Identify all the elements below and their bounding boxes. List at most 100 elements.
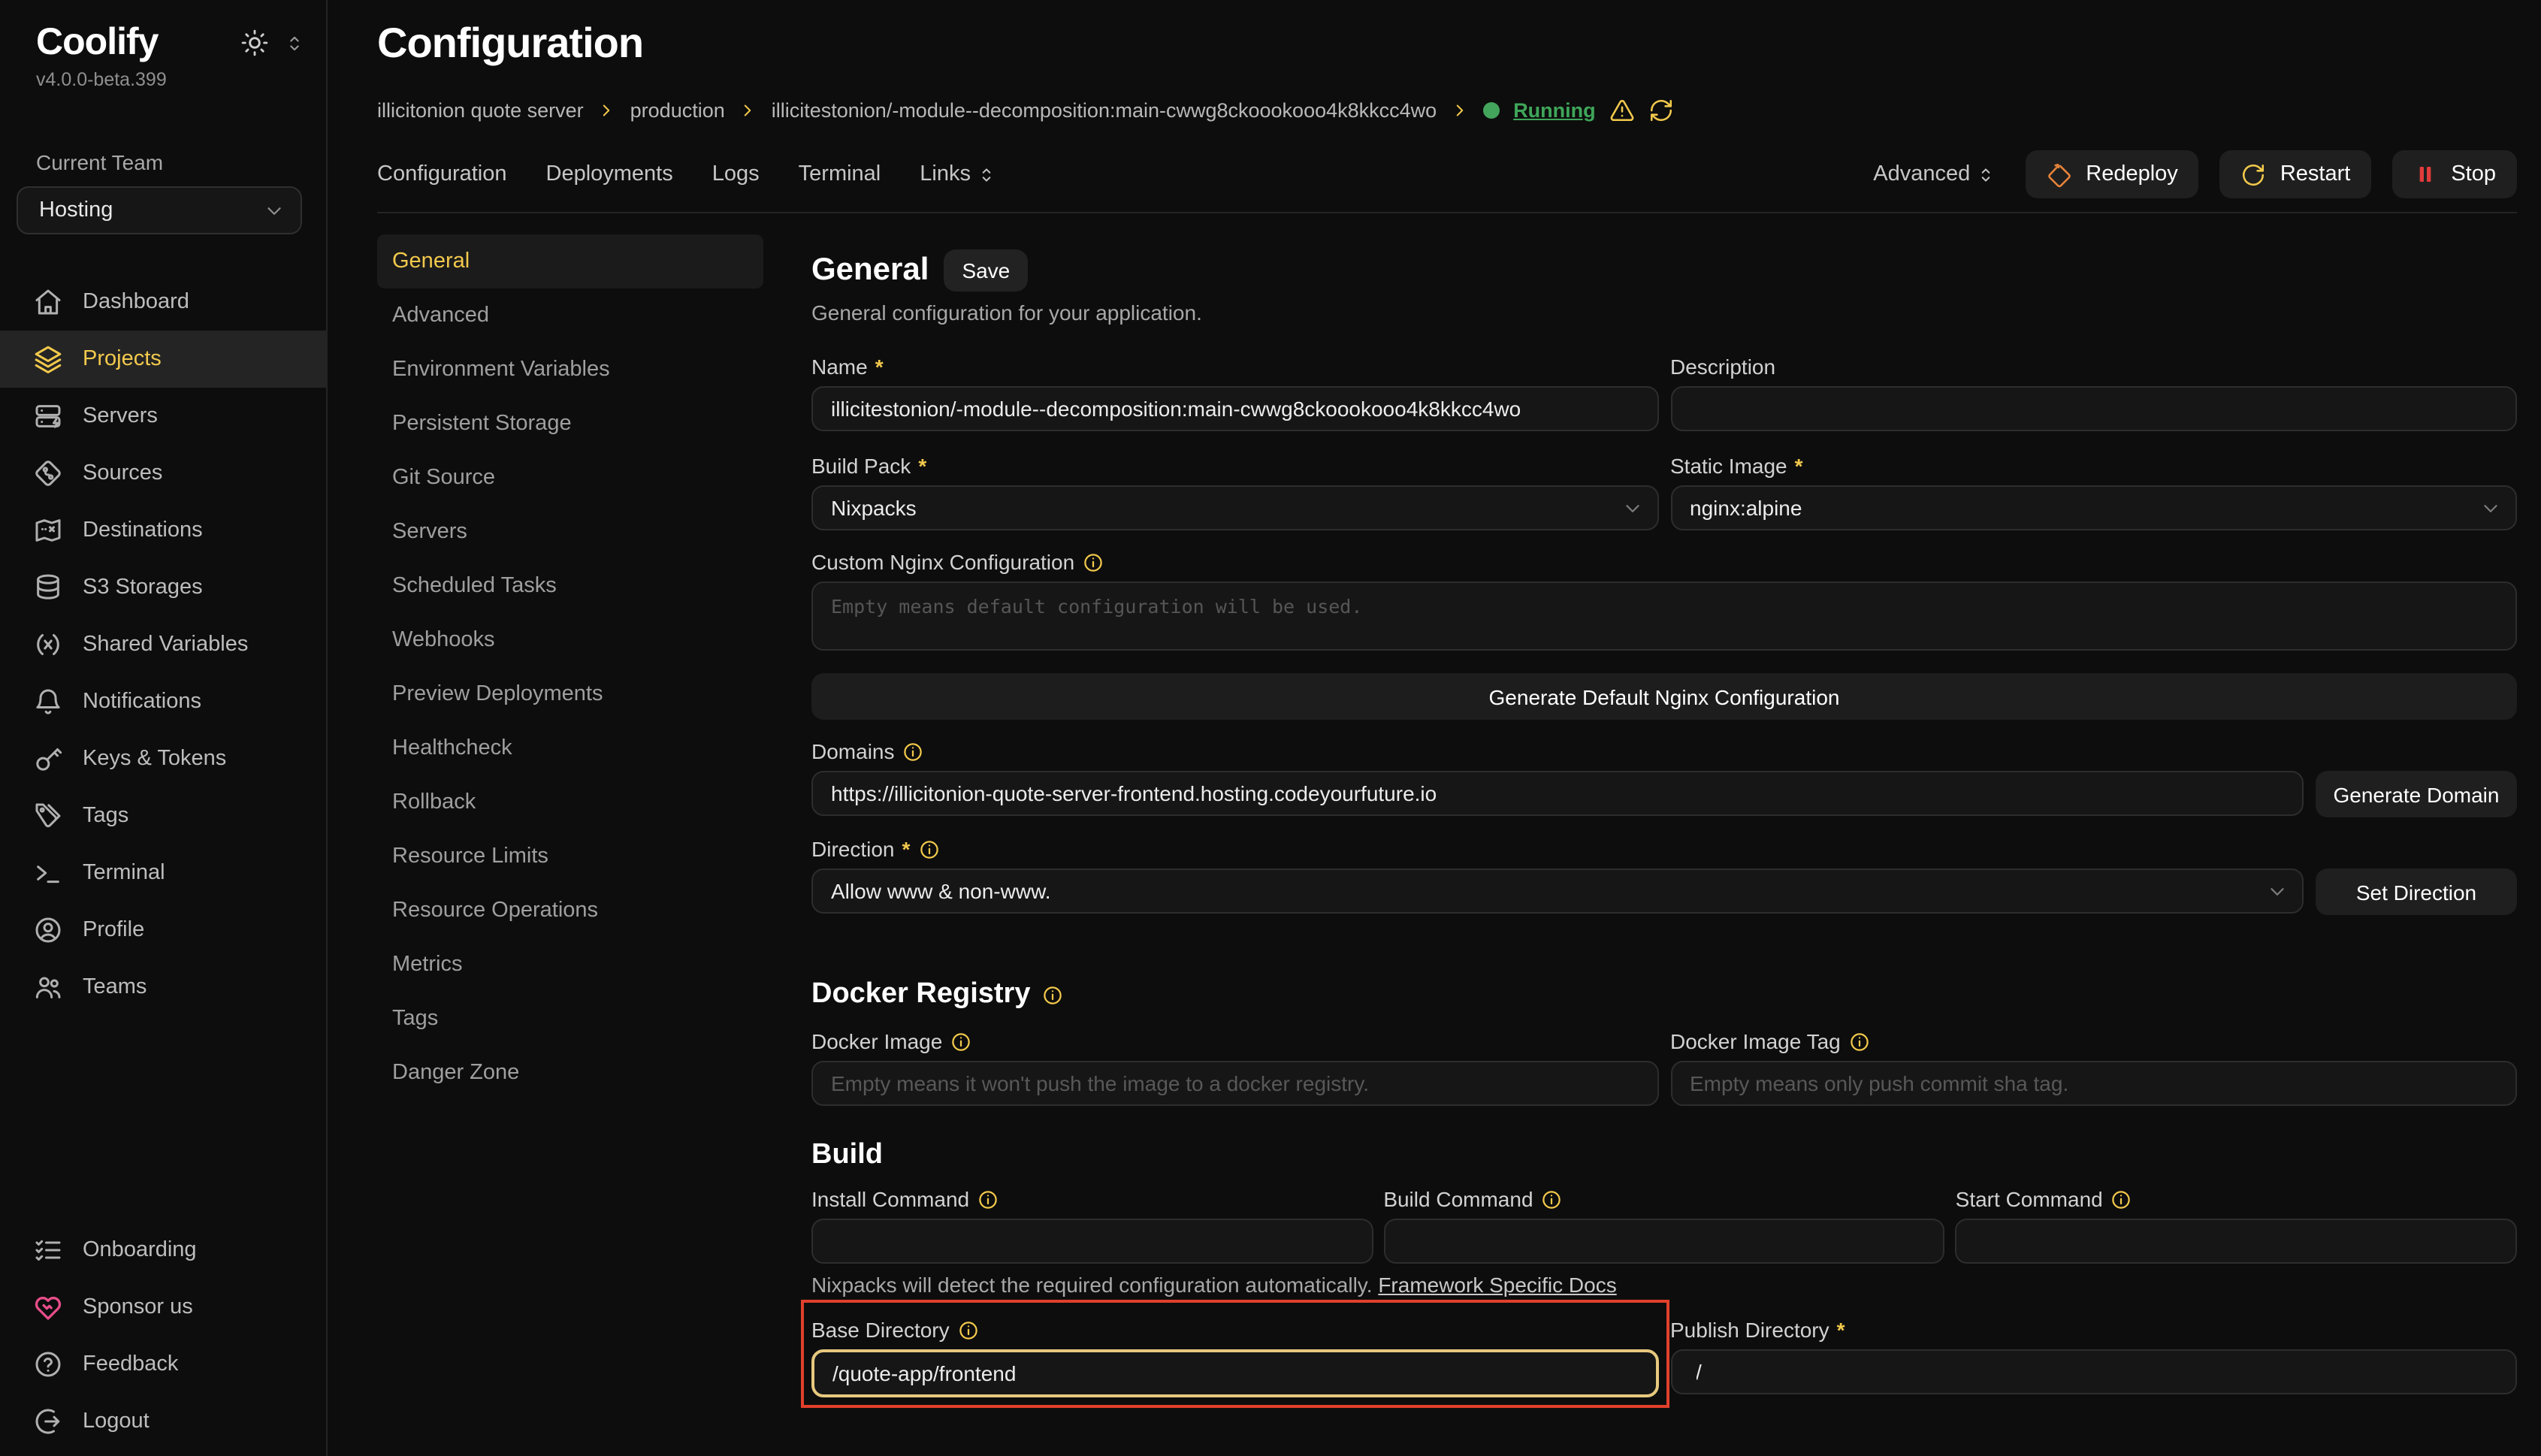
subnav-item-servers[interactable]: Servers (377, 505, 763, 559)
subnav-item-rollback[interactable]: Rollback (377, 775, 763, 829)
set-direction-button[interactable]: Set Direction (2316, 868, 2517, 915)
terminal-icon (33, 858, 63, 888)
advanced-dropdown[interactable]: Advanced (1873, 162, 1996, 186)
theme-selector-icon[interactable] (284, 32, 305, 53)
sidebar-item-projects[interactable]: Projects (0, 331, 326, 388)
custom-nginx-textarea[interactable] (811, 581, 2517, 651)
info-icon[interactable] (977, 1188, 999, 1210)
sidebar: Coolify v4.0.0-beta.399 Current Team Hos… (0, 0, 328, 1456)
restart-button[interactable]: Restart (2220, 150, 2372, 198)
subnav-item-resource-limits[interactable]: Resource Limits (377, 829, 763, 884)
domains-input[interactable] (811, 771, 2304, 816)
subnav-item-resource-operations[interactable]: Resource Operations (377, 884, 763, 938)
name-input[interactable] (811, 386, 1658, 431)
breadcrumb-environment[interactable]: production (630, 99, 725, 122)
pause-icon (2413, 162, 2437, 186)
info-icon[interactable] (917, 838, 940, 860)
sidebar-item-tags[interactable]: Tags (0, 787, 326, 844)
build-pack-label: Build Pack (811, 454, 911, 478)
info-icon[interactable] (950, 1030, 972, 1053)
required-marker: * (1837, 1318, 1845, 1342)
heart-icon (33, 1292, 63, 1322)
static-image-select[interactable] (1670, 485, 2517, 530)
nixpacks-note: Nixpacks will detect the required config… (811, 1273, 2517, 1297)
subnav-item-advanced[interactable]: Advanced (377, 288, 763, 343)
sidebar-item-teams[interactable]: Teams (0, 959, 326, 1016)
team-select[interactable]: Hosting (17, 186, 302, 234)
required-marker: * (1795, 454, 1803, 478)
framework-docs-link[interactable]: Framework Specific Docs (1378, 1273, 1616, 1297)
subnav-item-metrics[interactable]: Metrics (377, 938, 763, 992)
sidebar-item-terminal[interactable]: Terminal (0, 844, 326, 902)
sidebar-item-s3-storages[interactable]: S3 Storages (0, 559, 326, 616)
app-version: v4.0.0-beta.399 (0, 65, 326, 90)
status-badge[interactable]: Running (1513, 99, 1595, 122)
subnav-item-healthcheck[interactable]: Healthcheck (377, 721, 763, 775)
refresh-icon[interactable] (1648, 98, 1674, 123)
tag-icon (33, 801, 63, 831)
sidebar-item-keys-tokens[interactable]: Keys & Tokens (0, 730, 326, 787)
docker-image-tag-label: Docker Image Tag (1670, 1029, 1841, 1053)
sidebar-item-onboarding[interactable]: Onboarding (0, 1222, 325, 1279)
generate-nginx-config-button[interactable]: Generate Default Nginx Configuration (811, 673, 2517, 720)
info-icon[interactable] (1082, 551, 1104, 573)
publish-directory-input[interactable] (1670, 1349, 2517, 1394)
subnav-item-scheduled-tasks[interactable]: Scheduled Tasks (377, 559, 763, 613)
sidebar-item-logout[interactable]: Logout (0, 1393, 325, 1450)
sidebar-nav: Dashboard Projects Servers Sources Desti… (0, 273, 326, 1016)
breadcrumb-project[interactable]: illicitonion quote server (377, 99, 584, 122)
sidebar-item-destinations[interactable]: Destinations (0, 502, 326, 559)
sidebar-item-label: Terminal (83, 861, 165, 885)
logout-icon (33, 1406, 63, 1436)
sidebar-item-dashboard[interactable]: Dashboard (0, 273, 326, 331)
sidebar-item-sources[interactable]: Sources (0, 445, 326, 502)
docker-image-input[interactable] (811, 1061, 1658, 1106)
warning-triangle-icon[interactable] (1609, 98, 1635, 123)
main-content: Configuration illicitonion quote server … (328, 0, 2541, 1456)
direction-select[interactable] (811, 868, 2304, 914)
info-icon[interactable] (1541, 1188, 1564, 1210)
docker-image-tag-input[interactable] (1670, 1061, 2517, 1106)
generate-domain-button[interactable]: Generate Domain (2316, 771, 2517, 817)
subnav-item-git-source[interactable]: Git Source (377, 451, 763, 505)
subnav-item-preview-deployments[interactable]: Preview Deployments (377, 667, 763, 721)
info-icon[interactable] (902, 740, 925, 763)
sidebar-item-profile[interactable]: Profile (0, 902, 326, 959)
build-command-input[interactable] (1383, 1219, 1944, 1264)
redeploy-button[interactable]: Redeploy (2026, 150, 2199, 198)
start-command-label: Start Command (1956, 1187, 2103, 1211)
info-icon[interactable] (2110, 1188, 2133, 1210)
install-command-input[interactable] (811, 1219, 1373, 1264)
theme-sun-icon[interactable] (240, 29, 269, 57)
sidebar-item-sponsor-us[interactable]: Sponsor us (0, 1279, 325, 1336)
tab-deployments[interactable]: Deployments (546, 162, 673, 186)
tab-logs[interactable]: Logs (712, 162, 760, 186)
stop-button[interactable]: Stop (2392, 150, 2517, 198)
sidebar-item-notifications[interactable]: Notifications (0, 673, 326, 730)
static-image-label: Static Image (1670, 454, 1787, 478)
sidebar-item-feedback[interactable]: Feedback (0, 1336, 325, 1393)
base-directory-input[interactable] (811, 1349, 1658, 1397)
tab-links[interactable]: Links (920, 162, 996, 186)
subnav-item-tags[interactable]: Tags (377, 992, 763, 1046)
subnav-item-danger-zone[interactable]: Danger Zone (377, 1046, 763, 1100)
subnav-item-persistent-storage[interactable]: Persistent Storage (377, 397, 763, 451)
tab-terminal[interactable]: Terminal (799, 162, 881, 186)
subnav-item-webhooks[interactable]: Webhooks (377, 613, 763, 667)
subnav-item-general[interactable]: General (377, 234, 763, 288)
tab-configuration[interactable]: Configuration (377, 162, 507, 186)
breadcrumb: illicitonion quote server production ill… (377, 98, 2517, 123)
build-pack-select[interactable] (811, 485, 1658, 530)
info-icon[interactable] (1041, 983, 1063, 1006)
save-button[interactable]: Save (944, 249, 1028, 292)
info-icon[interactable] (957, 1319, 980, 1341)
sidebar-item-shared-variables[interactable]: Shared Variables (0, 616, 326, 673)
start-command-input[interactable] (1956, 1219, 2517, 1264)
sidebar-item-servers[interactable]: Servers (0, 388, 326, 445)
docker-image-tag-field-group: Docker Image Tag (1670, 1029, 2517, 1106)
breadcrumb-application[interactable]: illicitestonion/-module--decomposition:m… (772, 99, 1437, 122)
publish-directory-field-group: Publish Directory * (1670, 1318, 2517, 1397)
description-input[interactable] (1670, 386, 2517, 431)
info-icon[interactable] (1848, 1030, 1871, 1053)
subnav-item-environment-variables[interactable]: Environment Variables (377, 343, 763, 397)
